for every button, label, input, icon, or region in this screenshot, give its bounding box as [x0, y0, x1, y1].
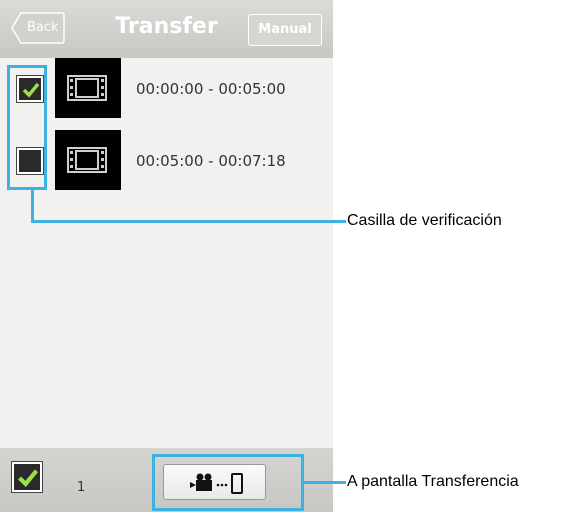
callout-line	[303, 481, 346, 484]
phone-screen: Back Transfer Manual 00:00:00 - 00:05:00	[0, 0, 333, 512]
film-icon	[67, 75, 107, 101]
film-icon	[67, 147, 107, 173]
checkbox-callout-label: Casilla de verificación	[347, 212, 502, 229]
selected-count: 1	[77, 480, 86, 495]
list-item[interactable]: 00:05:00 - 00:07:18	[0, 130, 333, 190]
video-thumbnail[interactable]	[55, 130, 121, 190]
check-icon	[18, 469, 39, 488]
manual-button[interactable]: Manual	[248, 14, 322, 46]
callout-line	[31, 189, 34, 223]
transfer-callout-label: A pantalla Transferencia	[347, 473, 519, 490]
callout-line	[31, 220, 346, 223]
select-all-checkbox[interactable]	[11, 461, 43, 493]
transfer-button-highlight	[152, 454, 304, 511]
video-thumbnail[interactable]	[55, 58, 121, 118]
checkbox-highlight	[7, 65, 47, 190]
time-range: 00:00:00 - 00:05:00	[136, 80, 286, 98]
time-range: 00:05:00 - 00:07:18	[136, 152, 286, 170]
header-bar: Back Transfer Manual	[0, 0, 333, 58]
list-item[interactable]: 00:00:00 - 00:05:00	[0, 58, 333, 118]
